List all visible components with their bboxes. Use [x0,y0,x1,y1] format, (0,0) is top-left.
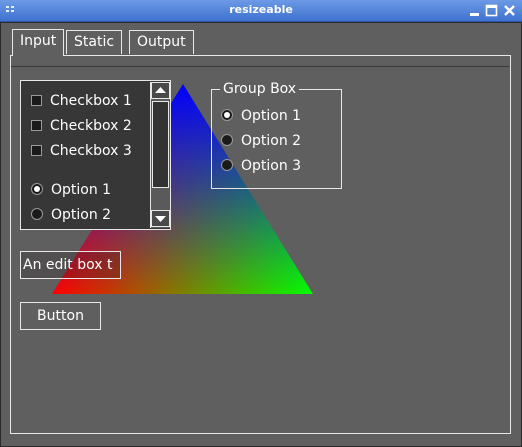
group-option-1[interactable]: Option 1 [221,107,301,125]
group-option-1-label: Option 1 [241,108,302,124]
maximize-icon[interactable] [484,3,499,18]
checkbox-2[interactable]: Checkbox 2 [31,117,132,135]
list-radio-option-1[interactable]: Option 1 [31,181,111,199]
group-option-3[interactable]: Option 3 [221,157,301,175]
checkbox-icon[interactable] [31,145,42,156]
vertical-scrollbar[interactable] [150,82,170,228]
title-bar[interactable]: resizeable [0,0,522,22]
tab-output-label: Output [137,34,186,50]
radio-icon[interactable] [31,208,43,220]
list-radio-option-2-label: Option 2 [51,207,112,223]
checkbox-2-label: Checkbox 2 [50,118,132,134]
checkbox-1-label: Checkbox 1 [50,93,132,109]
scroll-up-button[interactable] [151,82,170,99]
edit-box[interactable]: An edit box t [20,251,121,279]
scroll-down-button[interactable] [151,210,170,227]
close-icon[interactable] [502,3,517,18]
group-box: Group Box Option 1 Option 2 Option 3 [211,80,342,189]
radio-selected-icon[interactable] [31,183,43,195]
list-radio-option-1-label: Option 1 [51,182,112,198]
minimize-icon[interactable] [467,3,482,18]
radio-icon[interactable] [221,159,233,171]
checkbox-3-label: Checkbox 3 [50,143,132,159]
tab-input-label: Input [20,33,57,49]
radio-icon[interactable] [221,134,233,146]
tab-input[interactable]: Input [12,29,65,56]
group-option-3-label: Option 3 [241,158,302,174]
radio-selected-icon[interactable] [221,109,233,121]
tab-output[interactable]: Output [129,30,194,54]
button[interactable]: Button [20,302,101,330]
arrow-down-icon [155,216,166,222]
group-box-title: Group Box [220,80,300,98]
group-option-2[interactable]: Option 2 [221,132,301,150]
group-option-2-label: Option 2 [241,133,302,149]
arrow-up-icon [155,87,166,93]
checkbox-3[interactable]: Checkbox 3 [31,142,132,160]
tab-static[interactable]: Static [66,30,123,54]
checkbox-icon[interactable] [31,95,42,106]
checkbox-1[interactable]: Checkbox 1 [31,92,132,110]
options-listbox[interactable]: Checkbox 1 Checkbox 2 Checkbox 3 Option … [20,80,171,230]
window-title: resizeable [229,3,293,16]
checkbox-icon[interactable] [31,120,42,131]
tab-static-label: Static [74,34,115,50]
scroll-thumb[interactable] [152,101,169,188]
list-radio-option-2[interactable]: Option 2 [31,206,111,224]
